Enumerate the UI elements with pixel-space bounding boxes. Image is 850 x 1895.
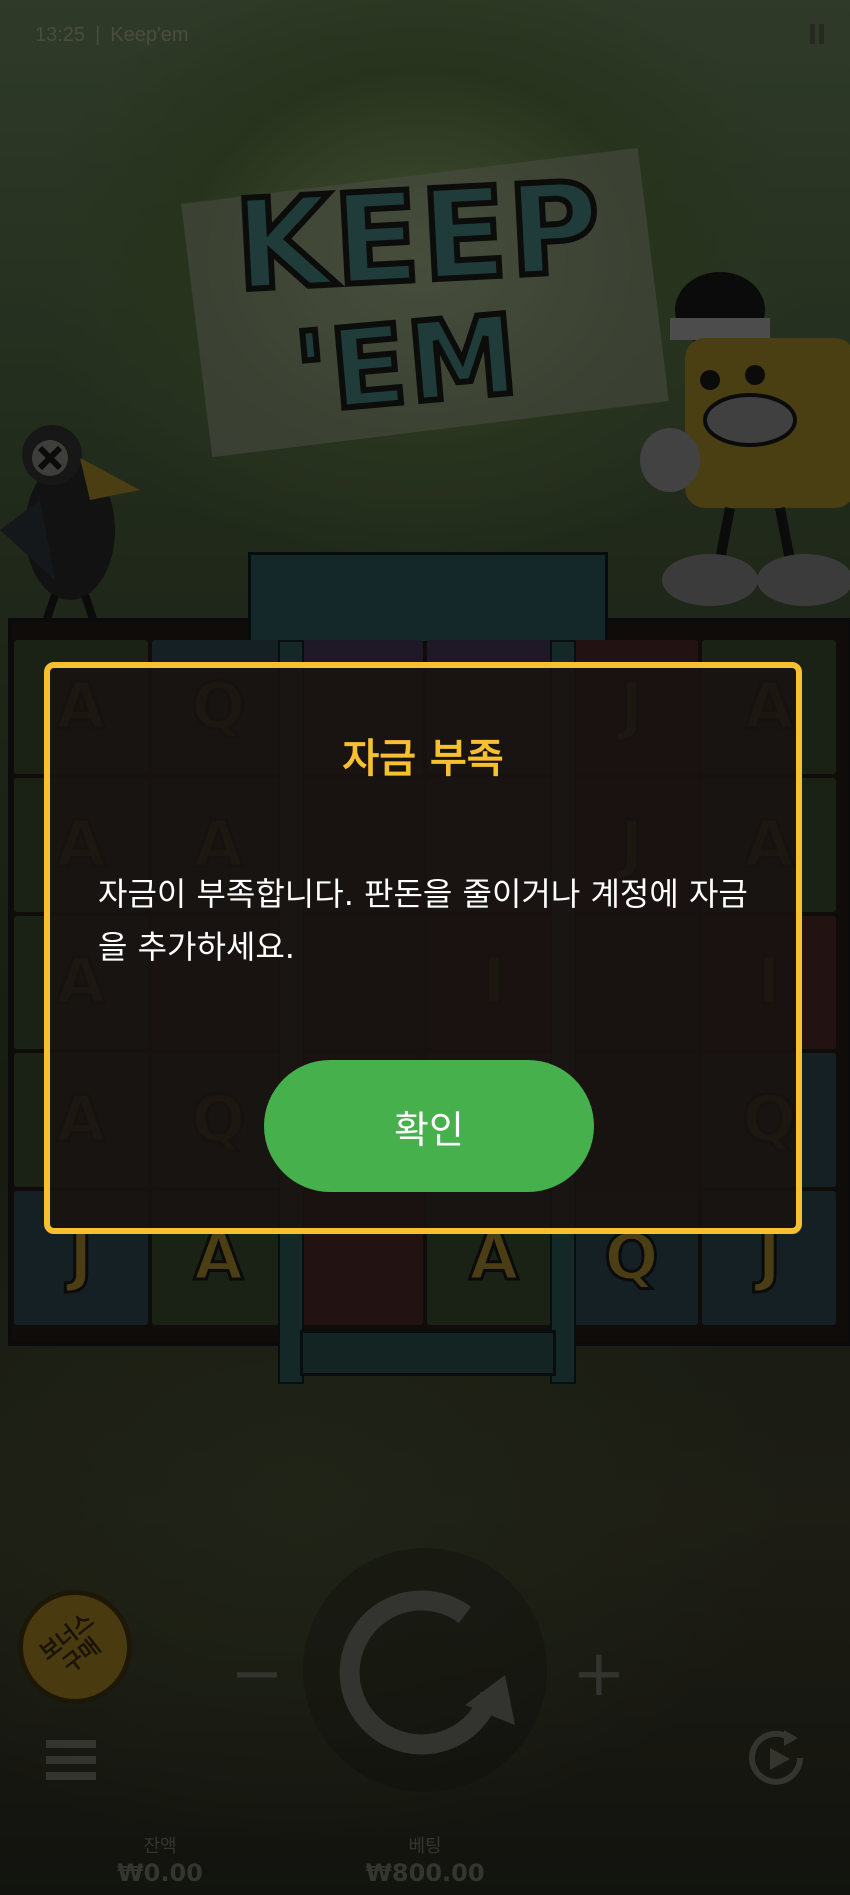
insufficient-funds-dialog: 자금 부족 자금이 부족합니다. 판돈을 줄이거나 계정에 자금을 추가하세요.… [44,662,802,1234]
confirm-button[interactable]: 확인 [264,1060,594,1192]
dialog-message: 자금이 부족합니다. 판돈을 줄이거나 계정에 자금을 추가하세요. [98,875,748,966]
dialog-title: 자금 부족 [342,736,504,782]
